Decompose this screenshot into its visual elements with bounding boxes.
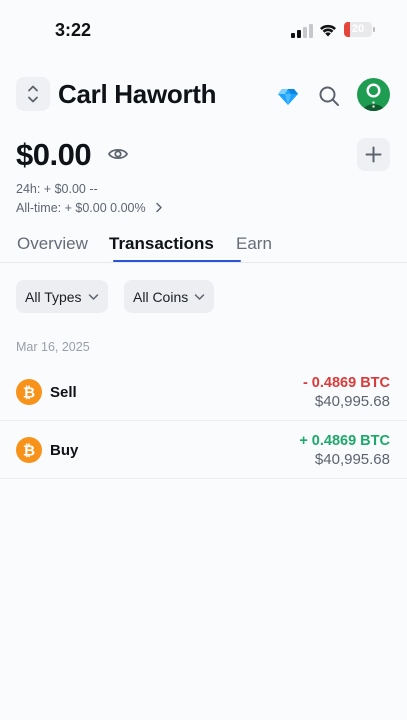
battery-cap: [373, 27, 375, 32]
account-switch-button[interactable]: [16, 77, 50, 111]
avatar-icon: [363, 83, 384, 111]
tab-transactions[interactable]: Transactions: [109, 234, 214, 254]
transaction-date-header: Mar 16, 2025: [16, 340, 90, 354]
coin-symbol: ₿: [23, 384, 35, 402]
avatar[interactable]: [357, 78, 390, 111]
status-time: 3:22: [55, 20, 92, 40]
tab-earn[interactable]: Earn: [236, 234, 272, 254]
transaction-fiat-value: $40,995.68: [314, 393, 390, 410]
chevron-down-icon: [195, 293, 205, 300]
search-icon: [319, 86, 339, 106]
cellular-signal-icon: [291, 24, 313, 38]
tab-overview[interactable]: Overview: [17, 234, 88, 254]
coin-symbol: ₿: [23, 442, 35, 460]
chevron-right-icon: [156, 202, 162, 213]
toggle-balance-visibility[interactable]: [107, 145, 129, 163]
add-button[interactable]: [357, 138, 390, 171]
change-all-time-row[interactable]: All-time: + $0.00 0.00%: [16, 201, 163, 215]
wifi-icon: [320, 24, 336, 37]
active-tab-indicator: [113, 260, 241, 262]
transaction-type: Sell: [50, 384, 77, 401]
search-button[interactable]: [317, 84, 341, 108]
balance-amount: $0.00: [16, 137, 92, 172]
bitcoin-icon: ₿: [16, 379, 42, 405]
status-bar: 3:22 20: [0, 0, 407, 60]
transaction-crypto-amount: + 0.4869 BTC: [299, 433, 390, 449]
account-name[interactable]: Carl Haworth: [58, 79, 217, 110]
transaction-crypto-amount: - 0.4869 BTC: [302, 375, 390, 391]
transaction-type: Buy: [50, 442, 79, 459]
coin-filter-label: All Coins: [133, 288, 189, 305]
type-filter-dropdown[interactable]: All Types: [16, 280, 108, 313]
diamond-icon: [278, 89, 298, 105]
battery-icon: 20: [344, 22, 372, 37]
transaction-row[interactable]: ₿ Sell - 0.4869 BTC $40,995.68: [0, 363, 407, 421]
plus-icon: [365, 146, 382, 163]
coin-filter-dropdown[interactable]: All Coins: [124, 280, 215, 313]
rewards-button[interactable]: [276, 84, 300, 108]
transaction-fiat-value: $40,995.68: [314, 451, 390, 468]
bitcoin-icon: ₿: [16, 437, 42, 463]
type-filter-label: All Types: [25, 288, 82, 305]
eye-icon: [107, 148, 129, 160]
transaction-row[interactable]: ₿ Buy + 0.4869 BTC $40,995.68: [0, 421, 407, 479]
tab-bar: Overview Transactions Earn: [0, 231, 407, 263]
chevron-up-down-icon: [28, 85, 38, 103]
change-24h: 24h: + $0.00 --: [16, 182, 98, 196]
change-all-time: All-time: + $0.00 0.00%: [16, 201, 146, 215]
chevron-down-icon: [88, 293, 98, 300]
battery-level: 20: [351, 23, 365, 35]
